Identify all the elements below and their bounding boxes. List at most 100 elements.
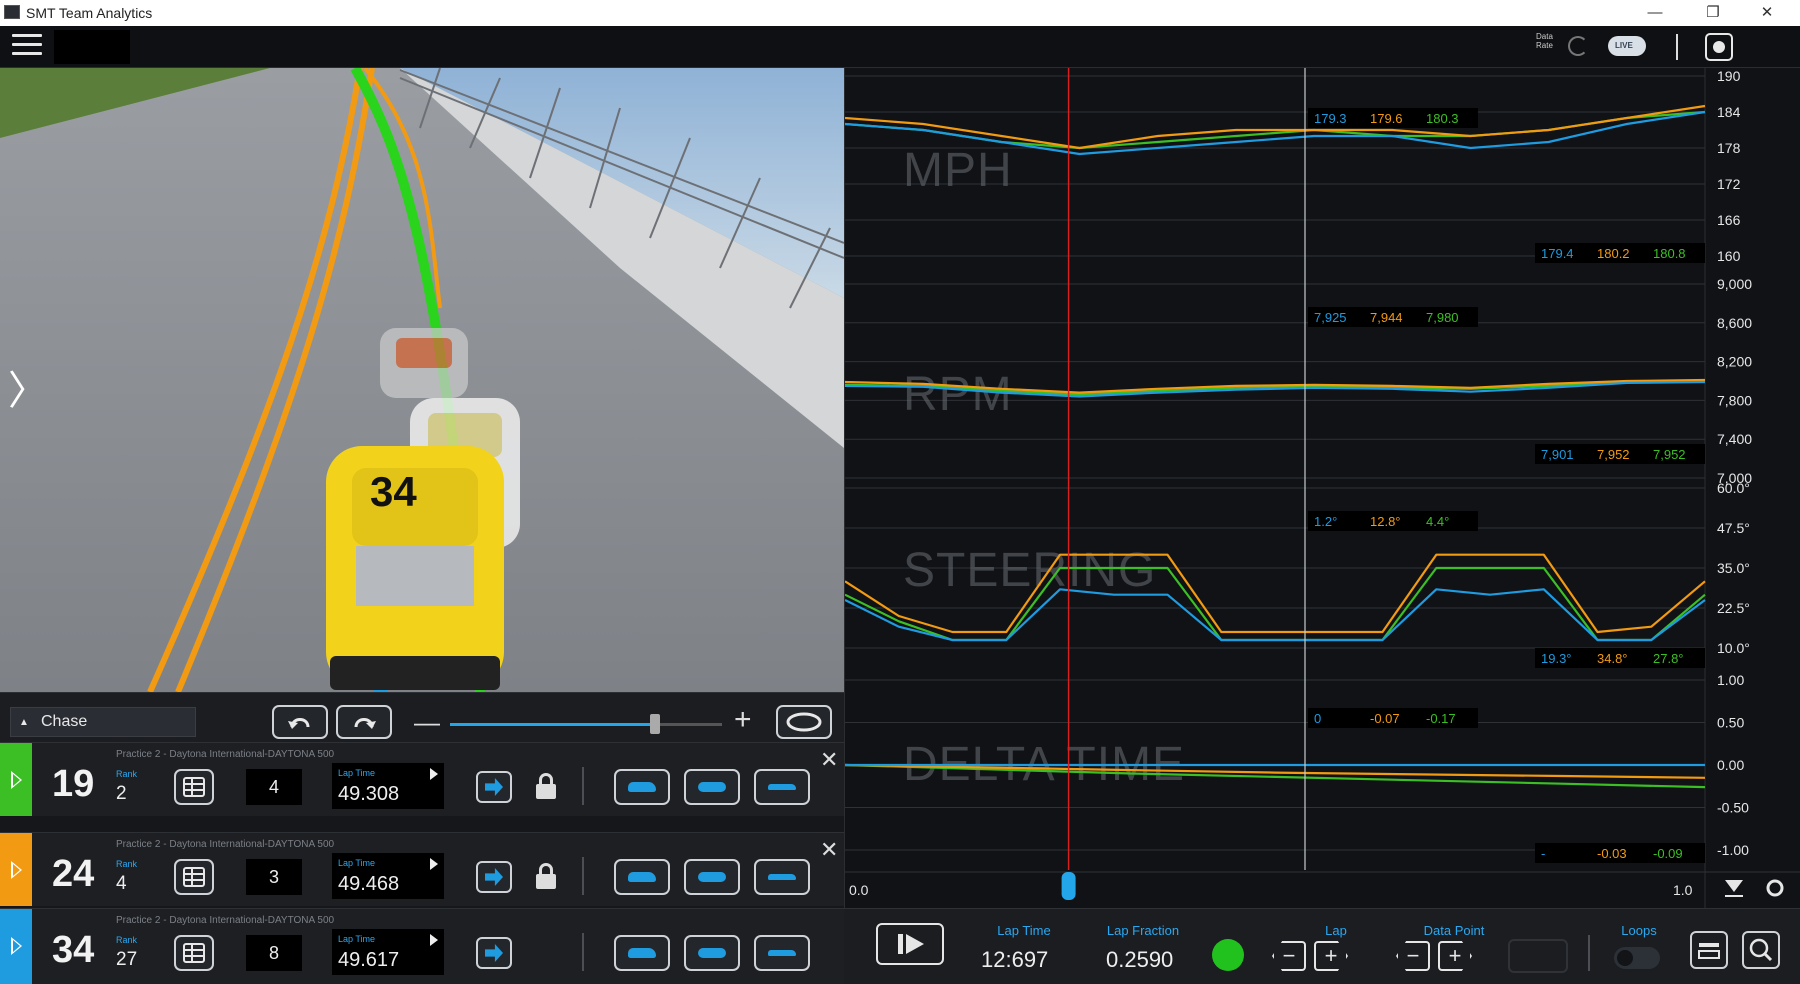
car-trail-icon	[768, 874, 796, 880]
row-divider	[582, 767, 584, 805]
zoom-slider[interactable]	[450, 714, 722, 734]
cloud-status-icon[interactable]: LIVE	[1608, 36, 1646, 56]
play-button[interactable]	[876, 923, 944, 965]
menu-icon[interactable]	[12, 34, 42, 60]
view-reset-button[interactable]	[776, 705, 832, 739]
car-top-view-button[interactable]	[684, 935, 740, 971]
lock-icon[interactable]	[536, 863, 556, 889]
expand-panel-chevron-icon[interactable]: 〉	[8, 358, 48, 416]
car-trail-view-button[interactable]	[754, 769, 810, 805]
live-status-indicator	[1212, 939, 1244, 971]
play-lap-icon[interactable]	[430, 858, 438, 870]
session-row-24[interactable]: Practice 2 - Daytona International-DAYTO…	[0, 832, 844, 906]
car-side-view-button[interactable]	[614, 859, 670, 895]
lap-list-button[interactable]	[174, 859, 214, 895]
readout-top-value: -0.07	[1370, 711, 1400, 726]
app-icon	[4, 5, 20, 19]
table-icon	[183, 867, 205, 887]
lap-time-display[interactable]: Lap Time 49.308	[332, 763, 444, 809]
play-lap-icon[interactable]	[430, 768, 438, 780]
maximize-button[interactable]: ❐	[1698, 2, 1728, 24]
loops-toggle[interactable]	[1614, 947, 1660, 969]
lap-time-display[interactable]: Lap Time 49.617	[332, 929, 444, 975]
session-expand-toggle[interactable]	[0, 833, 32, 906]
zoom-slider-fill	[450, 723, 655, 726]
zoom-slider-thumb[interactable]	[650, 714, 660, 734]
telemetry-chart[interactable]: 190 184 178 172 166 160 MPH 179.3 179.6 180.3 179.…	[844, 68, 1800, 908]
y-tick-label: 160	[1717, 248, 1741, 264]
x-start-label: 0.0	[849, 882, 869, 898]
y-tick-label: 166	[1717, 212, 1741, 228]
close-window-button[interactable]: ✕	[1752, 2, 1782, 24]
y-tick-label: -1.00	[1717, 842, 1749, 858]
readout-bottom-value: 179.4	[1541, 246, 1574, 261]
lock-icon[interactable]	[536, 773, 556, 799]
car-trail-view-button[interactable]	[754, 935, 810, 971]
data-point-next-button[interactable]: +	[1438, 941, 1472, 971]
car-number: 19	[52, 763, 95, 805]
go-to-lap-button[interactable]	[476, 937, 512, 969]
readout-top-value: 12.8°	[1370, 514, 1401, 529]
readout-bottom-value: 19.3°	[1541, 651, 1572, 666]
car-34-model: 34	[326, 446, 504, 690]
car-side-view-button[interactable]	[614, 769, 670, 805]
session-row-34[interactable]: Practice 2 - Daytona International-DAYTO…	[0, 908, 844, 984]
go-to-lap-button[interactable]	[476, 861, 512, 893]
y-tick-label: 178	[1717, 140, 1741, 156]
ghost-car-19	[380, 328, 468, 398]
camera-mode-label: Chase	[41, 713, 88, 730]
lap-prev-button[interactable]: −	[1272, 941, 1306, 971]
y-tick-label: 35.0°	[1717, 560, 1750, 576]
session-expand-toggle[interactable]	[0, 743, 32, 816]
readout-bottom-value: 27.8°	[1653, 651, 1684, 666]
search-button[interactable]	[1742, 931, 1780, 969]
car-trail-view-button[interactable]	[754, 859, 810, 895]
rotate-left-button[interactable]	[272, 705, 328, 739]
data-rate-label: Data Rate	[1536, 32, 1553, 50]
zoom-out-button[interactable]: —	[414, 707, 440, 738]
readout-top-value: 0	[1314, 711, 1321, 726]
rotate-right-button[interactable]	[336, 705, 392, 739]
data-rate-spinner-icon	[1568, 36, 1588, 56]
layout-icon	[1698, 943, 1720, 959]
svg-text:34: 34	[370, 468, 417, 515]
minimize-button[interactable]: —	[1640, 2, 1670, 24]
data-point-prev-button[interactable]: −	[1396, 941, 1430, 971]
panel-title: MPH	[903, 144, 1013, 197]
close-session-icon[interactable]: ✕	[820, 747, 838, 773]
readout-top-value: 180.3	[1426, 111, 1459, 126]
top-toolbar: Data Rate LIVE	[0, 26, 1800, 68]
lap-time-display[interactable]: Lap Time 49.468	[332, 853, 444, 899]
car-side-view-button[interactable]	[614, 935, 670, 971]
y-tick-label: 7,800	[1717, 392, 1752, 408]
expand-triangle-icon	[11, 861, 22, 879]
layout-button[interactable]	[1690, 931, 1728, 969]
lap-list-button[interactable]	[174, 935, 214, 971]
play-icon	[906, 934, 924, 954]
disabled-go-live-button	[1508, 939, 1568, 973]
play-lap-icon[interactable]	[430, 934, 438, 946]
track-3d-viewport[interactable]: 34 〉	[0, 68, 844, 692]
car-side-icon	[628, 872, 656, 882]
lap-number-field[interactable]: 4	[246, 769, 302, 805]
camera-controls: ▲ Chase — +	[0, 692, 844, 742]
lap-next-button[interactable]: +	[1314, 941, 1348, 971]
lap-time-value: 12:697	[981, 947, 1049, 972]
camera-mode-select[interactable]: ▲ Chase	[10, 707, 196, 737]
go-to-lap-button[interactable]	[476, 771, 512, 803]
lap-fraction-value: 0.2590	[1106, 947, 1174, 972]
car-top-view-button[interactable]	[684, 859, 740, 895]
lap-list-button[interactable]	[174, 769, 214, 805]
session-row-19[interactable]: Practice 2 - Daytona International-DAYTO…	[0, 742, 844, 816]
car-top-view-button[interactable]	[684, 769, 740, 805]
rank-value: 4	[116, 873, 127, 894]
close-session-icon[interactable]: ✕	[820, 837, 838, 863]
session-expand-toggle[interactable]	[0, 909, 32, 984]
record-button[interactable]	[1705, 33, 1733, 61]
readout-bottom-value: -0.09	[1653, 846, 1683, 861]
lap-number-field[interactable]: 3	[246, 859, 302, 895]
bottom-divider	[1588, 935, 1590, 971]
zoom-in-button[interactable]: +	[734, 703, 752, 737]
telemetry-chart-svg: 190 184 178 172 166 160 MPH 179.3 179.6 180.3 179.…	[845, 68, 1800, 908]
lap-number-field[interactable]: 8	[246, 935, 302, 971]
